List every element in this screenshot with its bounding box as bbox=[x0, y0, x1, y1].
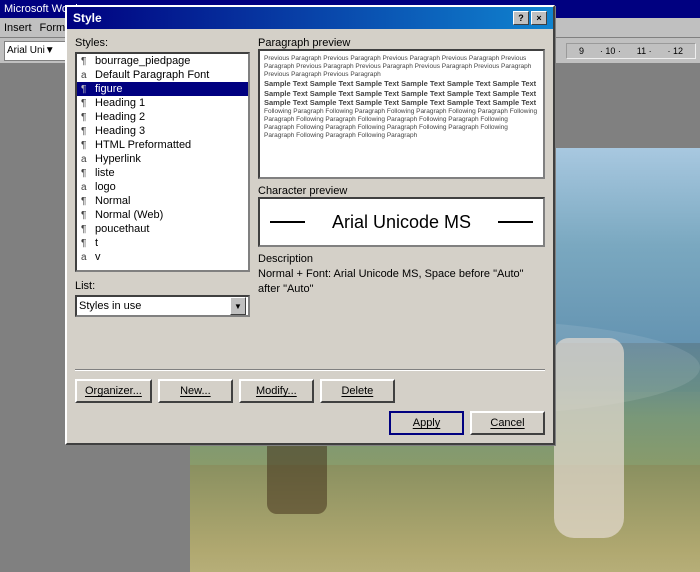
left-panel: Styles: ¶ bourrage_piedpage a Default Pa… bbox=[75, 37, 250, 345]
style-prefix: ¶ bbox=[81, 238, 91, 249]
style-name: liste bbox=[95, 167, 115, 179]
list-section: List: Styles in use ▼ bbox=[75, 280, 250, 317]
style-prefix: ¶ bbox=[81, 56, 91, 67]
dialog-titlebar[interactable]: Style ? × bbox=[67, 7, 553, 29]
description-label: Description bbox=[258, 253, 545, 265]
description-text: Normal + Font: Arial Unicode MS, Space b… bbox=[258, 267, 545, 298]
list-value: Styles in use bbox=[79, 300, 141, 312]
organizer-button[interactable]: Organizer... bbox=[75, 379, 152, 403]
style-name: t bbox=[95, 237, 98, 249]
style-name: Normal (Web) bbox=[95, 209, 163, 221]
dropdown-arrow-icon[interactable]: ▼ bbox=[230, 297, 246, 315]
character-font-display: Arial Unicode MS bbox=[332, 212, 471, 233]
style-prefix: ¶ bbox=[81, 196, 91, 207]
style-item-bourrage[interactable]: ¶ bourrage_piedpage bbox=[77, 54, 248, 68]
style-item-heading3[interactable]: ¶ Heading 3 bbox=[77, 124, 248, 138]
character-preview-label: Character preview bbox=[258, 185, 347, 197]
list-dropdown[interactable]: Styles in use ▼ bbox=[75, 295, 250, 317]
style-prefix: a bbox=[81, 154, 91, 165]
style-prefix: a bbox=[81, 182, 91, 193]
style-item-normal[interactable]: ¶ Normal bbox=[77, 194, 248, 208]
preview-sample-text: Sample Text Sample Text Sample Text Samp… bbox=[264, 79, 539, 107]
right-figure bbox=[554, 338, 624, 538]
character-preview-section: Character preview Arial Unicode MS bbox=[258, 185, 545, 247]
modify-button[interactable]: Modify... bbox=[239, 379, 314, 403]
style-dialog: Style ? × Styles: ¶ bourrage_piedpage a bbox=[65, 5, 555, 445]
cancel-button[interactable]: Cancel bbox=[470, 411, 545, 435]
style-prefix: ¶ bbox=[81, 112, 91, 123]
style-item-poucethaut[interactable]: ¶ poucethaut bbox=[77, 222, 248, 236]
dialog-bottom: Organizer... New... Modify... Delete App… bbox=[67, 369, 553, 443]
ruler-num-9: 9 bbox=[579, 46, 584, 56]
style-prefix: ¶ bbox=[81, 210, 91, 221]
right-panel: Paragraph preview Previous Paragraph Pre… bbox=[258, 37, 545, 345]
styles-listbox[interactable]: ¶ bourrage_piedpage a Default Paragraph … bbox=[75, 52, 250, 272]
style-name: logo bbox=[95, 181, 116, 193]
style-item-hyperlink[interactable]: a Hyperlink bbox=[77, 152, 248, 166]
style-item-normal-web[interactable]: ¶ Normal (Web) bbox=[77, 208, 248, 222]
style-item-default-para[interactable]: a Default Paragraph Font bbox=[77, 68, 248, 82]
style-name: Default Paragraph Font bbox=[95, 69, 209, 81]
style-item-figure[interactable]: ¶ figure bbox=[77, 82, 248, 96]
close-button[interactable]: × bbox=[531, 11, 547, 25]
style-name: bourrage_piedpage bbox=[95, 55, 190, 67]
style-prefix: ¶ bbox=[81, 140, 91, 151]
preview-previous-text: Previous Paragraph Previous Paragraph Pr… bbox=[264, 55, 539, 79]
style-name: Heading 2 bbox=[95, 111, 145, 123]
style-item-heading2[interactable]: ¶ Heading 2 bbox=[77, 110, 248, 124]
dialog-titlebar-buttons: ? × bbox=[513, 11, 547, 25]
character-preview-box: Arial Unicode MS bbox=[258, 197, 545, 247]
style-item-t[interactable]: ¶ t bbox=[77, 236, 248, 250]
list-label: List: bbox=[75, 280, 250, 292]
paragraph-preview-section: Paragraph preview Previous Paragraph Pre… bbox=[258, 37, 545, 179]
style-prefix: ¶ bbox=[81, 224, 91, 235]
new-button[interactable]: New... bbox=[158, 379, 233, 403]
paragraph-preview-box: Previous Paragraph Previous Paragraph Pr… bbox=[258, 49, 545, 179]
style-prefix: ¶ bbox=[81, 98, 91, 109]
style-name: Normal bbox=[95, 195, 130, 207]
menu-insert[interactable]: Insert bbox=[4, 22, 32, 34]
char-underline-left bbox=[270, 221, 305, 223]
style-name: Heading 3 bbox=[95, 125, 145, 137]
dropdown-arrow-icon: ▼ bbox=[45, 45, 55, 56]
style-item-html-pre[interactable]: ¶ HTML Preformatted bbox=[77, 138, 248, 152]
dialog-title: Style bbox=[73, 11, 102, 25]
char-underline-right bbox=[498, 221, 533, 223]
style-item-liste[interactable]: ¶ liste bbox=[77, 166, 248, 180]
style-item-v[interactable]: a v bbox=[77, 250, 248, 264]
style-name: poucethaut bbox=[95, 223, 149, 235]
style-prefix: a bbox=[81, 252, 91, 263]
style-prefix: ¶ bbox=[81, 84, 91, 95]
style-name: Hyperlink bbox=[95, 153, 141, 165]
help-button[interactable]: ? bbox=[513, 11, 529, 25]
preview-following-text: Following Paragraph Following Paragraph … bbox=[264, 108, 539, 141]
ruler-numbers: 9 · 10 · 11 · · 12 bbox=[566, 43, 696, 59]
bottom-buttons-row1: Organizer... New... Modify... Delete bbox=[75, 379, 545, 403]
apply-button[interactable]: Apply bbox=[389, 411, 464, 435]
style-prefix: a bbox=[81, 70, 91, 81]
style-item-heading1[interactable]: ¶ Heading 1 bbox=[77, 96, 248, 110]
delete-button[interactable]: Delete bbox=[320, 379, 395, 403]
style-item-logo[interactable]: a logo bbox=[77, 180, 248, 194]
paragraph-preview-label: Paragraph preview bbox=[258, 37, 350, 49]
ruler-num-12: · 12 bbox=[667, 46, 683, 56]
style-name: figure bbox=[95, 83, 123, 95]
style-prefix: ¶ bbox=[81, 168, 91, 179]
bottom-buttons-row2: Apply Cancel bbox=[75, 411, 545, 435]
style-name: Heading 1 bbox=[95, 97, 145, 109]
style-name: v bbox=[95, 251, 101, 263]
ruler-num-11: 11 · bbox=[637, 46, 652, 56]
style-prefix: ¶ bbox=[81, 126, 91, 137]
separator bbox=[75, 369, 545, 371]
style-value: Arial Uni bbox=[7, 45, 45, 56]
style-name: HTML Preformatted bbox=[95, 139, 191, 151]
description-section: Description Normal + Font: Arial Unicode… bbox=[258, 253, 545, 298]
styles-label: Styles: bbox=[75, 37, 250, 49]
ruler-num-10: · 10 · bbox=[600, 46, 621, 56]
